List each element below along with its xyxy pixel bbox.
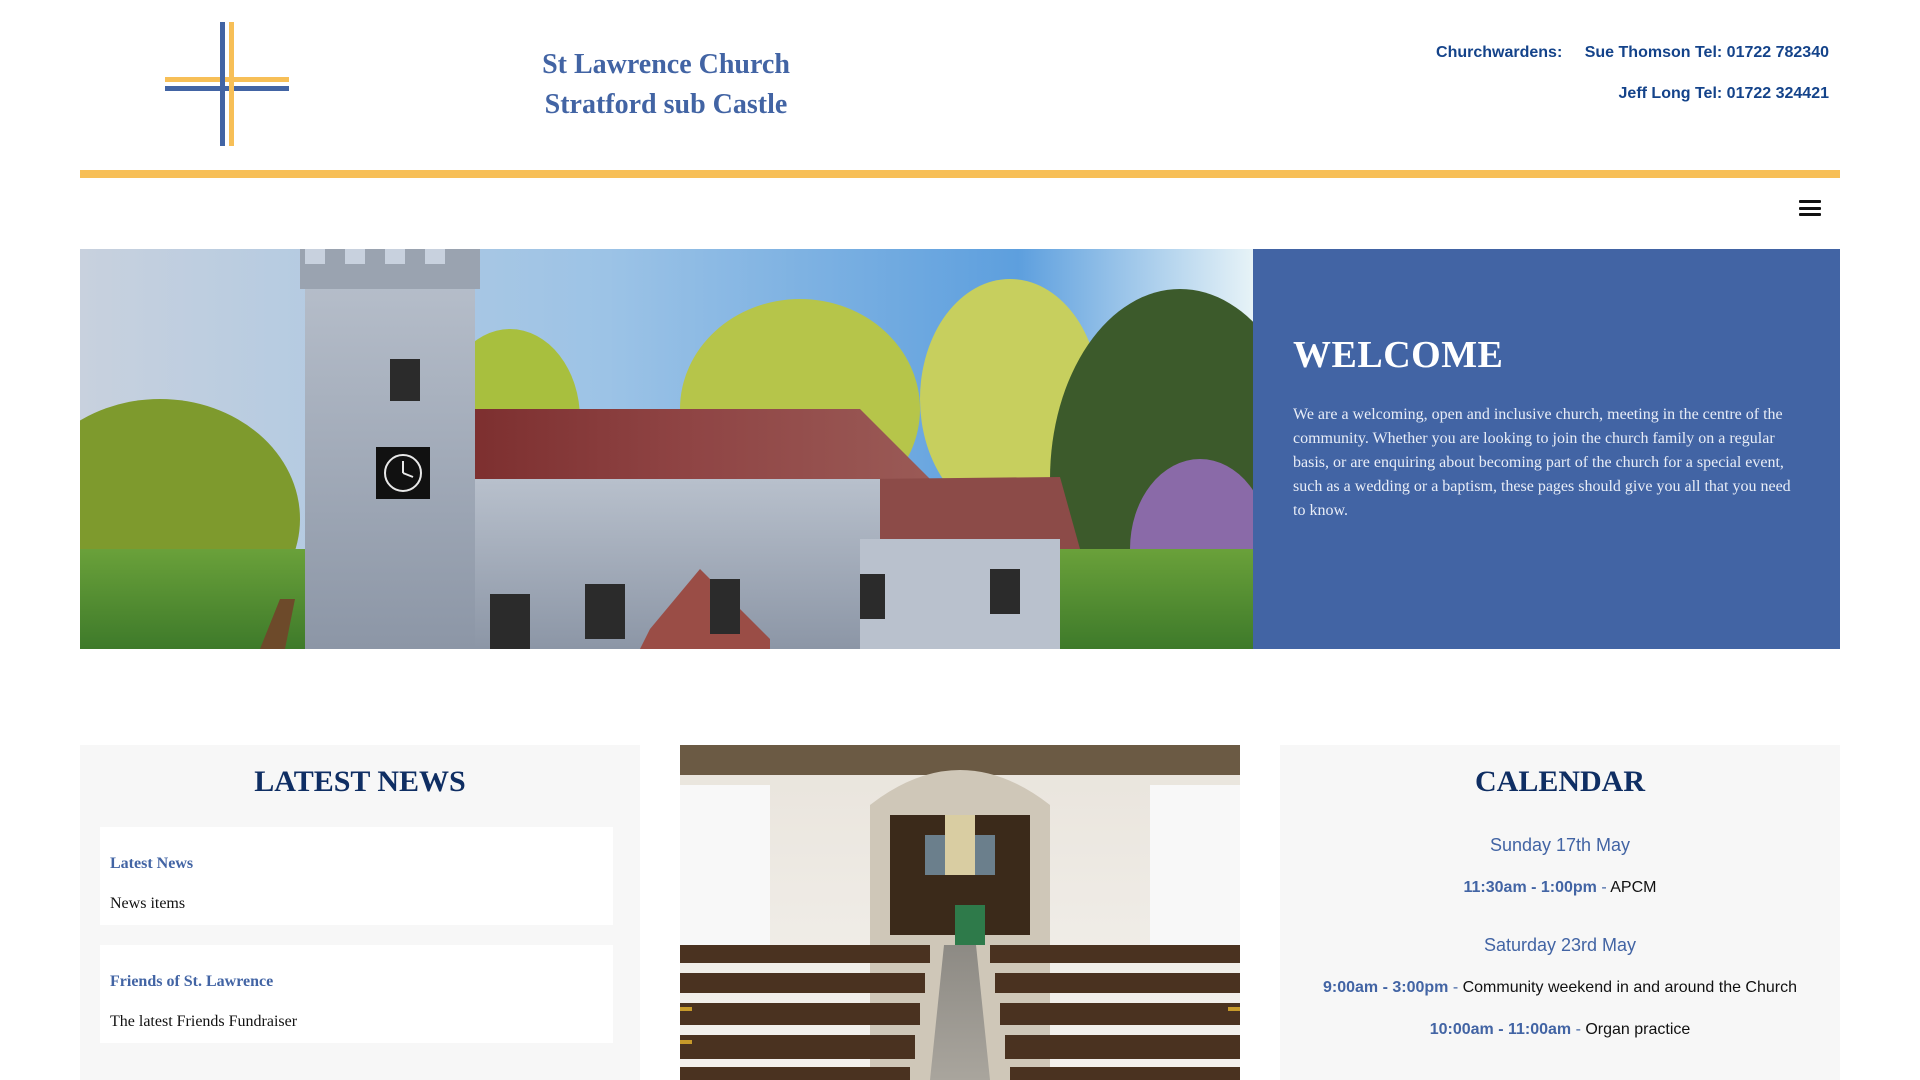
cross-logo-icon	[165, 22, 289, 146]
event-title[interactable]: Organ practice	[1585, 1021, 1690, 1038]
event-separator: -	[1448, 979, 1463, 996]
news-item-subtitle: News items	[110, 895, 186, 912]
event-title[interactable]: APCM	[1610, 879, 1656, 896]
site-logo-cross[interactable]	[165, 22, 289, 146]
site-title-line2: Stratford sub Castle	[544, 89, 788, 120]
welcome-text: We are a welcoming, open and inclusive c…	[1293, 406, 1791, 519]
churchwardens-label: Churchwardens:	[1436, 44, 1563, 61]
calendar-event[interactable]: 11:30am - 1:00pm - APCM	[1280, 879, 1840, 897]
event-time: 9:00am - 3:00pm	[1322, 979, 1449, 996]
calendar-date: Saturday 23rd May	[1483, 935, 1637, 955]
latest-news-card: LATEST NEWS Latest News News items Frien…	[80, 745, 640, 1080]
calendar-event[interactable]: 10:00am - 11:00am - Organ practice	[1280, 1021, 1840, 1039]
site-title[interactable]: St Lawrence Church Stratford sub Castle	[450, 45, 882, 125]
churchwardens-contacts: Churchwardens: Sue Thomson Tel: 01722 78…	[1436, 40, 1829, 122]
welcome-panel: WELCOME We are a welcoming, open and inc…	[1253, 249, 1840, 649]
hero-section: WELCOME We are a welcoming, open and inc…	[80, 249, 1840, 649]
calendar-card: CALENDAR Sunday 17th May 11:30am - 1:00p…	[1280, 745, 1840, 1080]
calendar-date: Sunday 17th May	[1489, 835, 1631, 855]
latest-news-heading: LATEST NEWS	[254, 765, 466, 798]
event-separator: -	[1596, 879, 1611, 896]
contact-sue-thomson: Sue Thomson Tel: 01722 782340	[1584, 44, 1829, 61]
church-interior-image	[680, 745, 1240, 1080]
news-item-latest-news[interactable]: Latest News News items	[100, 827, 613, 925]
event-separator: -	[1571, 1021, 1586, 1038]
news-item-title[interactable]: Latest News	[110, 855, 193, 873]
event-time: 11:30am - 1:00pm	[1463, 879, 1597, 896]
event-title[interactable]: Community weekend in and around the Chur…	[1463, 979, 1797, 996]
contact-jeff-long: Jeff Long Tel: 01722 324421	[1618, 85, 1829, 102]
calendar-heading: CALENDAR	[1474, 765, 1645, 798]
header-divider	[80, 170, 1840, 178]
welcome-heading: WELCOME	[1293, 334, 1504, 376]
hamburger-menu-icon[interactable]	[1799, 200, 1821, 218]
news-item-friends[interactable]: Friends of St. Lawrence The latest Frien…	[100, 945, 613, 1043]
church-exterior-image	[80, 249, 1253, 649]
calendar-event[interactable]: 9:00am - 3:00pm - Community weekend in a…	[1280, 979, 1840, 997]
news-item-title[interactable]: Friends of St. Lawrence	[110, 973, 273, 991]
news-item-subtitle: The latest Friends Fundraiser	[110, 1013, 298, 1030]
event-time: 10:00am - 11:00am	[1429, 1021, 1572, 1038]
site-title-line1: St Lawrence Church	[542, 49, 790, 80]
